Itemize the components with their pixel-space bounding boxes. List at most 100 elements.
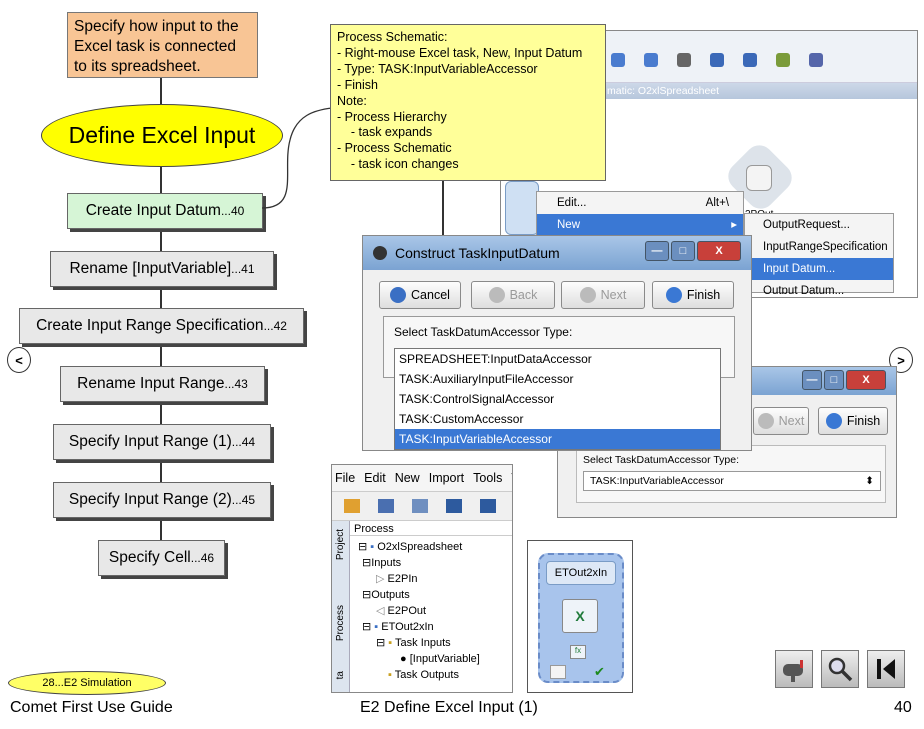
- tree-node-task-inputs[interactable]: ⊟ ▪ Task Inputs: [354, 635, 480, 651]
- tree-node-input-variable[interactable]: ● [InputVariable]: [354, 651, 480, 667]
- chart-icon[interactable]: [809, 53, 823, 67]
- submenu-input-range-spec[interactable]: InputRangeSpecification: [745, 236, 893, 258]
- option-control-signal[interactable]: TASK:ControlSignalAccessor: [395, 389, 720, 409]
- menu-new[interactable]: New: [395, 471, 420, 485]
- connector-line: [160, 78, 162, 105]
- cancel-button[interactable]: Cancel: [379, 281, 461, 309]
- tree-node-e2pin[interactable]: ▷ E2PIn: [354, 571, 480, 587]
- menu-label: Edit...: [557, 197, 587, 209]
- option-custom[interactable]: TASK:CustomAccessor: [395, 409, 720, 429]
- step-create-input-range-spec[interactable]: Create Input Range Specification ...42: [19, 308, 304, 344]
- submenu-arrow-icon: ▸: [731, 219, 737, 231]
- back-button[interactable]: Back: [471, 281, 555, 309]
- save-icon[interactable]: [378, 499, 394, 513]
- minimize-button[interactable]: —: [802, 370, 822, 390]
- toolbar-icon-4[interactable]: [710, 53, 724, 67]
- input-arrow-icon: ▷: [376, 573, 385, 585]
- task-node[interactable]: [505, 181, 539, 235]
- tab-process[interactable]: Process: [335, 605, 346, 641]
- menu-import[interactable]: Import: [429, 471, 464, 485]
- tree-label: Task Outputs: [394, 669, 459, 681]
- main-step-title: Define Excel Input: [68, 122, 256, 148]
- toolbar-icon-2[interactable]: [644, 53, 658, 67]
- toolbar-icon[interactable]: [412, 499, 428, 513]
- step-specify-input-range-2[interactable]: Specify Input Range (2) ...45: [53, 482, 271, 518]
- button-label: Finish: [846, 414, 881, 428]
- menu-file[interactable]: File: [335, 471, 355, 485]
- tree-node-e2pout[interactable]: ◁ E2POut: [354, 603, 480, 619]
- minimize-button[interactable]: —: [645, 241, 669, 261]
- step-specify-input-range-1[interactable]: Specify Input Range (1) ...44: [53, 424, 271, 460]
- toolbar-icon[interactable]: [446, 499, 462, 513]
- menu-edit[interactable]: Edit: [364, 471, 386, 485]
- tree-label: E2POut: [387, 605, 427, 617]
- menu-item-edit[interactable]: Edit... Alt+\: [537, 192, 743, 214]
- intro-note: Specify how input to the Excel task is c…: [67, 12, 258, 78]
- back-dialog-finish-button[interactable]: Finish: [818, 407, 888, 435]
- maximize-button[interactable]: □: [671, 241, 695, 261]
- step-page: ...45: [231, 493, 256, 507]
- finish-button[interactable]: Finish: [652, 281, 734, 309]
- tree-label: [InputVariable]: [409, 653, 480, 665]
- submenu-output-datum[interactable]: Output Datum...: [745, 280, 893, 294]
- output-arrow-icon: ◁: [376, 605, 385, 617]
- close-button[interactable]: X: [846, 370, 886, 390]
- next-button[interactable]: Next: [561, 281, 645, 309]
- search-icon[interactable]: [821, 650, 859, 688]
- toolbar-icon-3[interactable]: [677, 53, 691, 67]
- footer-guide-title: Comet First Use Guide: [10, 699, 173, 716]
- toolbar-icon-5[interactable]: [743, 53, 757, 67]
- tab-project[interactable]: Project: [335, 529, 346, 560]
- menu-v[interactable]: V: [511, 471, 512, 485]
- tree-node-inputs[interactable]: ⊟Inputs: [354, 555, 480, 571]
- step-rename-input-range[interactable]: Rename Input Range ...43: [60, 366, 265, 402]
- tree-node-root[interactable]: ⊟ ▪ O2xlSpreadsheet: [354, 539, 480, 555]
- check-icon: [665, 287, 682, 303]
- dialog-titlebar: Construct TaskInputDatum — □ X: [363, 236, 751, 270]
- toolbar-icon-6[interactable]: [776, 53, 790, 67]
- button-label: Cancel: [411, 288, 450, 302]
- button-label: Back: [509, 288, 538, 302]
- type-panel: Select TaskDatumAccessor Type: TASK:Inpu…: [576, 445, 886, 503]
- open-folder-icon[interactable]: [344, 499, 360, 513]
- tree-label: Outputs: [371, 589, 410, 601]
- back-dialog-next-button[interactable]: Next: [753, 407, 809, 435]
- prev-page-button[interactable]: <: [7, 347, 31, 373]
- menu-tools[interactable]: Tools: [473, 471, 502, 485]
- task-icon: ▪: [374, 621, 379, 633]
- lock-icon: [550, 665, 566, 679]
- tree-label: ETOut2xIn: [381, 621, 434, 633]
- submenu-input-datum[interactable]: Input Datum...: [745, 258, 893, 280]
- toolbar-icon-1[interactable]: [611, 53, 625, 67]
- step-specify-cell[interactable]: Specify Cell ...46: [98, 540, 225, 576]
- submenu-output-request[interactable]: OutputRequest...: [745, 214, 893, 236]
- menu-item-new[interactable]: New ▸: [537, 214, 743, 236]
- button-label: Next: [778, 414, 805, 428]
- step-create-input-datum[interactable]: Create Input Datum ...40: [67, 193, 263, 229]
- first-page-icon[interactable]: [867, 650, 905, 688]
- button-label: Finish: [686, 288, 721, 302]
- section-link-badge[interactable]: 28...E2 Simulation: [8, 671, 166, 695]
- type-select[interactable]: TASK:InputVariableAccessor ⬍: [583, 471, 881, 491]
- option-spreadsheet-input[interactable]: SPREADSHEET:InputDataAccessor: [395, 349, 720, 369]
- tree-node-task-outputs[interactable]: ▪ Task Outputs: [354, 667, 480, 683]
- task-outputs-icon: ▪: [388, 669, 392, 681]
- select-value: TASK:InputVariableAccessor: [590, 475, 724, 487]
- tree-label: E2PIn: [387, 573, 418, 585]
- task-node-expanded[interactable]: ETOut2xIn X fx ✔: [538, 553, 624, 683]
- option-auxiliary-input[interactable]: TASK:AuxiliaryInputFileAccessor: [395, 369, 720, 389]
- option-input-variable[interactable]: TASK:InputVariableAccessor: [395, 429, 720, 449]
- tree-node-task[interactable]: ⊟ ▪ ETOut2xIn: [354, 619, 480, 635]
- tab-data[interactable]: ta: [335, 671, 346, 679]
- close-button[interactable]: X: [697, 241, 741, 261]
- step-label: Specify Input Range (2): [68, 491, 232, 508]
- mailbox-icon[interactable]: [775, 650, 813, 688]
- tree-node-outputs[interactable]: ⊟Outputs: [354, 587, 480, 603]
- step-rename-input-variable[interactable]: Rename [InputVariable] ...41: [50, 251, 274, 287]
- excel-icon: X: [562, 599, 598, 633]
- panel-title: Process: [350, 523, 512, 536]
- input-variable-icon: ●: [400, 653, 407, 665]
- menu-label: New: [557, 219, 581, 231]
- toolbar-icon[interactable]: [480, 499, 496, 513]
- maximize-button[interactable]: □: [824, 370, 844, 390]
